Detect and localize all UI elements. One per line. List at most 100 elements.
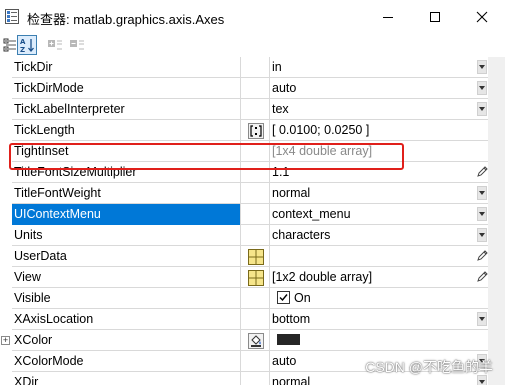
property-row-titlefontsizemultiplier[interactable]: TitleFontSizeMultiplier 1.1: [0, 162, 505, 183]
maximize-button[interactable]: [412, 0, 458, 33]
checkbox-label: On: [294, 291, 311, 305]
vertical-scrollbar[interactable]: [488, 57, 505, 385]
dropdown-button[interactable]: [477, 228, 487, 242]
variable-editor-button[interactable]: [242, 246, 270, 267]
row-gutter: [0, 204, 12, 225]
property-row-view[interactable]: View [1x2 double array]: [0, 267, 505, 288]
watermark: CSDN @不吃鱼的羊: [365, 359, 493, 375]
matrix-bracket-icon: [247, 122, 264, 139]
pencil-icon[interactable]: [475, 165, 489, 179]
property-name: TickLength: [12, 120, 241, 141]
property-name: View: [12, 267, 241, 288]
editor-cell: [242, 141, 270, 162]
row-gutter: [0, 78, 12, 99]
editor-cell: [242, 225, 270, 246]
dropdown-button[interactable]: [477, 81, 487, 95]
property-row-xaxislocation[interactable]: XAxisLocation bottom: [0, 309, 505, 330]
editor-cell: [242, 57, 270, 78]
editor-cell: [242, 351, 270, 372]
property-row-tickdirmode[interactable]: TickDirMode auto: [0, 78, 505, 99]
dropdown-button[interactable]: [477, 60, 487, 74]
matrix-editor-button[interactable]: [242, 120, 270, 141]
property-value[interactable]: in: [271, 57, 476, 78]
property-value[interactable]: auto: [271, 78, 476, 99]
property-value: [1x4 double array]: [272, 144, 373, 158]
property-name: XAxisLocation: [12, 309, 241, 330]
expand-all-button[interactable]: [45, 35, 65, 55]
property-value[interactable]: context_menu: [271, 204, 476, 225]
row-gutter: [0, 141, 12, 162]
property-row-uicontextmenu[interactable]: UIContextMenu context_menu: [0, 204, 505, 225]
editor-cell: [242, 204, 270, 225]
editor-cell: [242, 78, 270, 99]
property-value[interactable]: [ 0.0100; 0.0250 ]: [271, 120, 476, 141]
property-name: Units: [12, 225, 241, 246]
property-row-ticklength[interactable]: TickLength [ 0.0100; 0.0250 ]: [0, 120, 505, 141]
property-grid: TickDir in TickDirMode auto TickLabelInt…: [0, 57, 505, 385]
toolbar: A Z: [0, 33, 505, 57]
minimize-icon: [383, 16, 393, 18]
checkmark-icon: [279, 294, 288, 302]
property-value[interactable]: characters: [271, 225, 476, 246]
pencil-icon[interactable]: [475, 270, 489, 284]
property-name: TickDir: [12, 57, 241, 78]
collapse-all-button[interactable]: [67, 35, 87, 55]
dropdown-arrow-icon: [479, 107, 485, 111]
property-name: Visible: [12, 288, 241, 309]
expand-toggle-icon[interactable]: +: [1, 336, 10, 345]
dropdown-button[interactable]: [477, 207, 487, 221]
property-name: TickDirMode: [12, 78, 241, 99]
title-bar: 检查器: matlab.graphics.axis.Axes: [0, 0, 505, 33]
property-row-units[interactable]: Units characters: [0, 225, 505, 246]
property-value[interactable]: [271, 246, 476, 267]
sort-alphabetical-button[interactable]: A Z: [17, 35, 37, 55]
property-row-tickdir[interactable]: TickDir in: [0, 57, 505, 78]
pencil-icon[interactable]: [475, 249, 489, 263]
row-gutter: [0, 57, 12, 78]
close-icon: [476, 11, 488, 22]
visible-checkbox[interactable]: [277, 291, 290, 304]
color-picker-button[interactable]: [242, 330, 270, 351]
property-value[interactable]: tex: [271, 99, 476, 120]
dropdown-arrow-icon: [479, 191, 485, 195]
grid-editor-icon: [247, 248, 264, 265]
dropdown-arrow-icon: [479, 317, 485, 321]
variable-editor-button[interactable]: [242, 267, 270, 288]
expand-all-icon: [48, 40, 62, 50]
property-name: TickLabelInterpreter: [12, 99, 241, 120]
row-gutter: [0, 120, 12, 141]
property-name: TightInset: [12, 141, 241, 162]
dropdown-button[interactable]: [477, 102, 487, 116]
property-name: XColorMode: [12, 351, 241, 372]
property-value[interactable]: normal: [271, 183, 476, 204]
dropdown-button[interactable]: [477, 186, 487, 200]
editor-cell: [242, 99, 270, 120]
dropdown-button[interactable]: [477, 312, 487, 326]
row-gutter: [0, 309, 12, 330]
editor-cell: [242, 288, 270, 309]
collapse-all-icon: [70, 40, 84, 50]
window-title: 检查器: matlab.graphics.axis.Axes: [27, 12, 225, 27]
property-name: UserData: [12, 246, 241, 267]
property-row-xcolor[interactable]: + XColor: [0, 330, 505, 351]
property-value-cell[interactable]: [271, 330, 476, 351]
row-gutter: [0, 267, 12, 288]
inspector-icon: [5, 9, 19, 24]
maximize-icon: [430, 11, 440, 22]
property-value[interactable]: bottom: [271, 309, 476, 330]
property-name: TitleFontSizeMultiplier: [12, 162, 241, 183]
property-row-titlefontweight[interactable]: TitleFontWeight normal: [0, 183, 505, 204]
property-row-visible[interactable]: Visible On: [0, 288, 505, 309]
property-row-tightinset[interactable]: TightInset [1x4 double array]: [0, 141, 505, 162]
close-button[interactable]: [459, 0, 505, 33]
property-row-ticklabelinterpreter[interactable]: TickLabelInterpreter tex: [0, 99, 505, 120]
property-value[interactable]: [1x2 double array]: [271, 267, 476, 288]
property-row-userdata[interactable]: UserData: [0, 246, 505, 267]
minimize-button[interactable]: [365, 0, 411, 33]
property-value-cell: On: [271, 288, 476, 309]
row-gutter: [0, 372, 12, 385]
dropdown-arrow-icon: [479, 86, 485, 90]
property-value[interactable]: 1.1: [271, 162, 476, 183]
categorized-icon: [3, 38, 16, 52]
row-gutter: [0, 246, 12, 267]
